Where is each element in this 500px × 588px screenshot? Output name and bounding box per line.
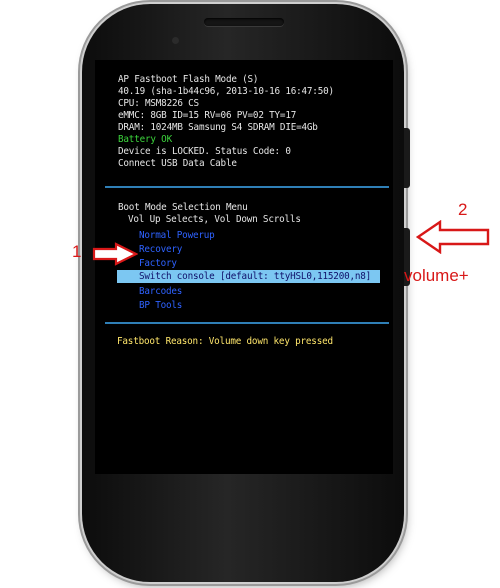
header-line-3: CPU: MSM8226 CS [118,98,199,109]
menu-item-barcodes[interactable]: Barcodes [139,286,182,298]
earpiece-speaker [204,18,284,26]
lock-status: Device is LOCKED. Status Code: 0 [118,146,291,157]
header-line-1: AP Fastboot Flash Mode (S) [118,74,259,85]
separator-top [105,186,389,188]
battery-status: Battery OK [118,134,172,145]
power-button[interactable] [404,128,410,188]
menu-item-recovery[interactable]: Recovery [139,244,182,256]
arrow-right-icon [92,242,138,266]
header-line-5: DRAM: 1024MB Samsung S4 SDRAM DIE=4Gb [118,122,318,133]
step-2-label: 2 [458,200,468,219]
header-line-4: eMMC: 8GB ID=15 RV=06 PV=02 TY=17 [118,110,297,121]
front-camera [172,37,179,44]
menu-instructions: Vol Up Selects, Vol Down Scrolls [128,214,301,225]
menu-item-bp-tools[interactable]: BP Tools [139,300,182,312]
separator-bottom [105,322,389,324]
menu-item-factory[interactable]: Factory [139,258,177,270]
step-1-label: 1 [72,242,82,261]
phone-device: AP Fastboot Flash Mode (S) 40.19 (sha-1b… [82,4,410,582]
fastboot-reason: Fastboot Reason: Volume down key pressed [117,336,333,347]
volume-up-label: volume+ [404,266,469,285]
arrow-left-icon [416,220,490,254]
header-line-2: 40.19 (sha-1b44c96, 2013-10-16 16:47:50) [118,86,334,97]
menu-title: Boot Mode Selection Menu [118,202,248,213]
fastboot-screen: AP Fastboot Flash Mode (S) 40.19 (sha-1b… [95,60,393,474]
menu-item-normal-powerup[interactable]: Normal Powerup [139,230,215,242]
menu-item-switch-console[interactable]: Switch console [default: ttyHSL0,115200,… [139,271,371,283]
connect-hint: Connect USB Data Cable [118,158,237,169]
